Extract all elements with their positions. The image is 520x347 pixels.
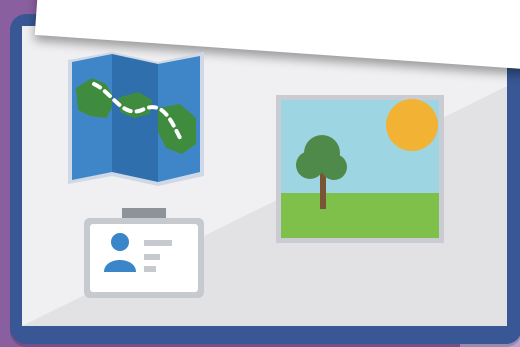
id-badge-icon	[84, 208, 204, 298]
map-icon	[68, 52, 204, 186]
landscape-photo-icon	[276, 95, 444, 243]
